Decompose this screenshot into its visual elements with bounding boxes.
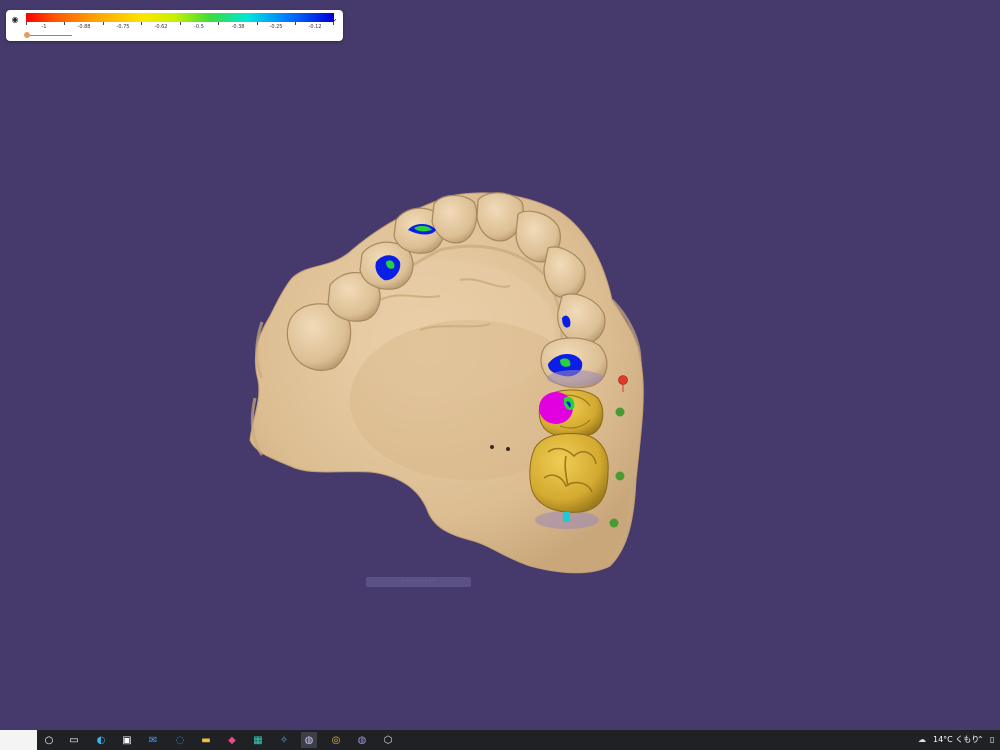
app-icon[interactable]: ◌	[172, 732, 188, 748]
viewport-status-pill: · · · · · · · · ·	[366, 577, 471, 587]
file-explorer-icon[interactable]: ▬	[198, 732, 214, 748]
cloud-icon[interactable]: ☁	[918, 730, 926, 750]
chrome-icon[interactable]: ◎	[328, 732, 344, 748]
task-view-icon[interactable]: ▭	[66, 732, 82, 748]
weather-text[interactable]: 14°C くもり	[933, 730, 979, 750]
scale-label: -0.12	[308, 24, 322, 30]
edge-icon[interactable]: ◐	[93, 732, 109, 748]
tray-icon[interactable]: ▯	[990, 730, 994, 750]
scale-label: -0.5	[194, 24, 204, 30]
chevron-down-icon[interactable]: ⌄	[331, 14, 338, 23]
opacity-slider[interactable]	[24, 31, 74, 41]
scale-label: -0.62	[154, 24, 168, 30]
marker-green	[615, 471, 625, 481]
scale-label: -0.75	[116, 24, 130, 30]
search-box[interactable]	[0, 730, 37, 750]
scale-label: -0.25	[269, 24, 283, 30]
slider-thumb[interactable]	[24, 32, 30, 38]
cad-app-icon[interactable]: ◍	[301, 732, 317, 748]
color-scale-bar	[26, 13, 334, 22]
paint-icon[interactable]: ◆	[224, 732, 240, 748]
taskbar: ○ ▭ ◐ ▣ ✉ ◌ ▬ ◆ ▦ ✧ ◍ ◎ ◍ ⬡ ☁ 14°C くもり ⌃…	[0, 730, 1000, 750]
dental-scene	[249, 192, 644, 574]
scale-label: -0.38	[231, 24, 245, 30]
chevron-up-icon[interactable]: ⌃	[977, 730, 984, 750]
mail-icon[interactable]: ✉	[145, 732, 161, 748]
app-icon[interactable]: ✧	[276, 732, 292, 748]
cad-app-icon[interactable]: ◍	[354, 732, 370, 748]
marker-green	[615, 407, 625, 417]
box-icon[interactable]: ⬡	[380, 732, 396, 748]
scale-label: -1	[41, 24, 47, 30]
cortana-icon[interactable]: ○	[41, 732, 57, 748]
marker-green	[609, 518, 619, 528]
app-icon[interactable]: ▦	[250, 732, 266, 748]
3d-viewport[interactable]	[0, 0, 1000, 730]
store-icon[interactable]: ▣	[119, 732, 135, 748]
scale-label: -0.88	[77, 24, 91, 30]
eye-icon[interactable]: ◉	[10, 15, 20, 25]
abutment	[563, 512, 570, 522]
deviation-legend: ◉ -1 -0.88 -0.75 -0.62 -0.5 -0.38 -0.25 …	[6, 10, 343, 41]
crown-premolar[interactable]	[538, 389, 604, 438]
marker-red	[618, 375, 628, 385]
